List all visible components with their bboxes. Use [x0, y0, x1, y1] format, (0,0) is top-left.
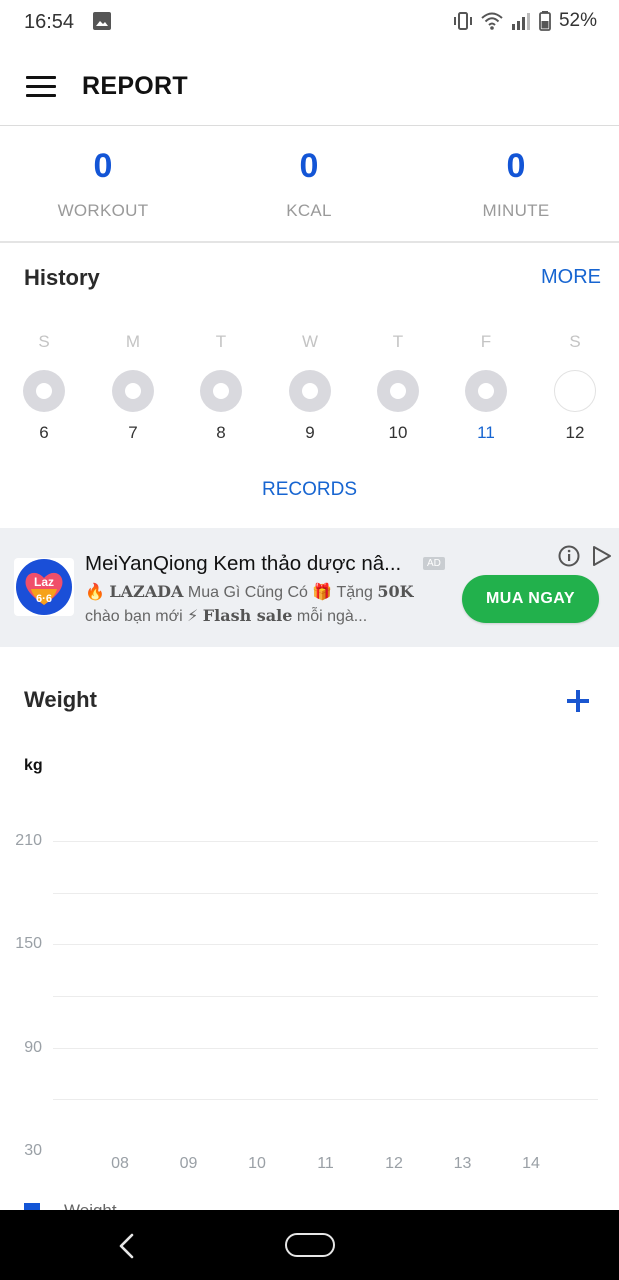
more-button[interactable]: MORE [541, 266, 601, 289]
day-date: 10 [388, 423, 408, 442]
lazada-logo[interactable]: Laz 6·6 [14, 558, 74, 616]
ad-description-line2: chào bạn mới ⚡ Flash sale mỗi ngà... [85, 606, 368, 625]
day-date: 8 [216, 423, 226, 442]
image-icon [93, 12, 111, 30]
stat-minute: 0 MINUTE [413, 149, 619, 221]
weight-unit-label: kg [24, 757, 43, 774]
weight-title: Weight [24, 687, 97, 712]
stat-label: WORKOUT [57, 201, 149, 220]
status-icons: 52% [453, 10, 597, 32]
y-tick-label: 210 [15, 832, 42, 849]
day-letter: M [125, 332, 141, 351]
day-circle-future[interactable] [554, 370, 596, 412]
battery-icon [539, 11, 551, 31]
history-day: S 12 [545, 332, 605, 443]
back-icon[interactable] [113, 1231, 141, 1261]
day-circle[interactable] [112, 370, 154, 412]
day-letter: S [38, 332, 50, 351]
gridline [53, 892, 598, 894]
y-tick-label: 90 [24, 1038, 42, 1056]
history-title: History [24, 265, 100, 290]
day-circle[interactable] [465, 370, 507, 412]
stat-label: MINUTE [482, 201, 550, 220]
navigation-bar [0, 1210, 619, 1280]
battery-percent: 52% [558, 10, 597, 31]
stats-summary: 0 WORKOUT 0 KCAL 0 MINUTE [0, 127, 619, 243]
x-tick-label: 12 [385, 1155, 403, 1172]
adchoices-icon[interactable] [591, 545, 613, 567]
history-day: M 7 [103, 332, 163, 443]
x-tick-label: 10 [248, 1155, 266, 1172]
page-title: REPORT [82, 72, 188, 100]
day-circle[interactable] [23, 370, 65, 412]
day-date: 6 [39, 423, 49, 442]
stat-value: 0 [93, 147, 113, 185]
ad-description-line1: 🔥 LAZADA Mua Gì Cũng Có 🎁 Tặng 50K [85, 582, 414, 601]
hamburger-menu-icon[interactable] [20, 68, 62, 104]
gridline [53, 1047, 598, 1049]
day-date: 7 [128, 423, 138, 442]
history-day: W 9 [280, 332, 340, 443]
day-circle[interactable] [200, 370, 242, 412]
gridline [53, 996, 598, 997]
plus-icon[interactable] [564, 687, 592, 715]
x-tick-label: 08 [111, 1155, 129, 1172]
gridline [53, 944, 598, 946]
ad-banner[interactable]: Laz 6·6 MeiYanQiong Kem thảo dược nâ... … [0, 528, 619, 647]
day-letter: F [480, 332, 492, 351]
weight-section: Weight kg 210150903008091011121314 Weigh… [0, 647, 619, 1220]
wifi-icon [481, 12, 503, 30]
history-section: History MORE S 6 M 7 T 8 W 9 T 10 F 11 S… [0, 245, 619, 528]
x-tick-label: 14 [522, 1155, 540, 1172]
stat-value: 0 [299, 147, 319, 185]
status-time: 16:54 [24, 11, 75, 33]
stat-label: KCAL [286, 201, 332, 220]
x-tick-label: 13 [453, 1155, 472, 1172]
home-icon[interactable] [285, 1233, 335, 1257]
day-letter: W [301, 332, 319, 351]
day-date: 12 [565, 423, 585, 442]
stat-kcal: 0 KCAL [206, 149, 412, 221]
history-day: T 10 [368, 332, 428, 443]
ad-badge: AD [423, 557, 445, 570]
day-date-today: 11 [477, 423, 495, 442]
day-letter: T [215, 332, 227, 351]
stat-value: 0 [506, 147, 526, 185]
records-button[interactable]: RECORDS [0, 479, 619, 501]
app-bar: REPORT [0, 46, 619, 126]
y-tick-label: 150 [15, 935, 42, 953]
day-circle[interactable] [377, 370, 419, 412]
day-letter: T [392, 332, 404, 351]
history-day: S 6 [14, 332, 74, 443]
gridline [53, 1099, 598, 1101]
ad-cta-button[interactable]: MUA NGAY [462, 575, 599, 623]
svg-text:Laz: Laz [34, 575, 54, 589]
info-icon[interactable] [558, 545, 580, 567]
history-day: F 11 [456, 332, 516, 443]
stat-workout: 0 WORKOUT [0, 149, 206, 221]
history-day: T 8 [191, 332, 251, 443]
ad-title[interactable]: MeiYanQiong Kem thảo dược nâ... [85, 552, 420, 576]
y-tick-label: 30 [24, 1142, 42, 1159]
gridline [53, 841, 598, 842]
x-tick-label: 09 [179, 1155, 198, 1172]
day-letter: S [569, 332, 581, 351]
status-bar: 16:54 52% [0, 0, 619, 46]
day-date: 9 [305, 423, 315, 442]
signal-icon [511, 13, 530, 30]
svg-text:6·6: 6·6 [36, 593, 52, 605]
x-tick-label: 11 [317, 1155, 334, 1172]
vibrate-icon [453, 12, 472, 30]
day-circle[interactable] [289, 370, 331, 412]
